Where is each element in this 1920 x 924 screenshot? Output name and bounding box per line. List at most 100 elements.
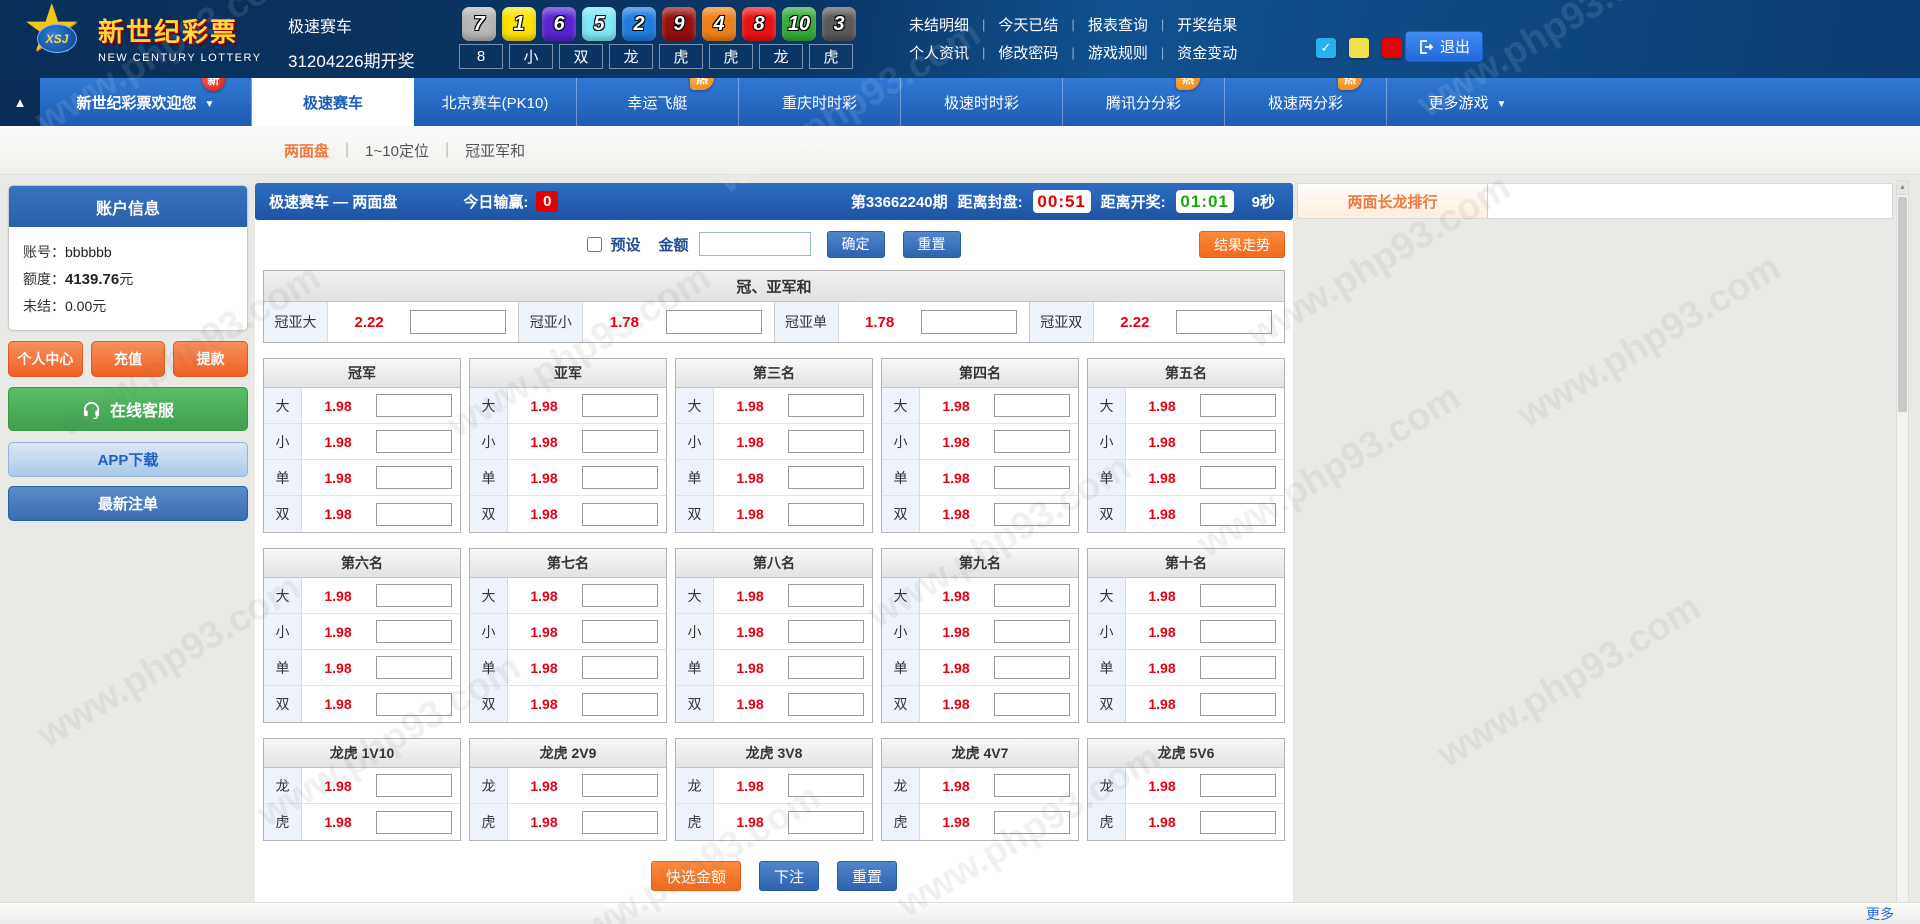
tab-幸运飞艇[interactable]: 幸运飞艇热 <box>576 78 738 126</box>
bet-amount-input[interactable] <box>376 620 452 643</box>
bet-amount-input[interactable] <box>582 503 658 526</box>
vertical-scrollbar[interactable]: ▲ <box>1896 180 1909 924</box>
bet-amount-input[interactable] <box>1200 693 1276 716</box>
bet-amount-input[interactable] <box>376 693 452 716</box>
bet-amount-input[interactable] <box>1200 774 1276 797</box>
bet-amount-input[interactable] <box>1200 584 1276 607</box>
online-service-button[interactable]: 在线客服 <box>8 387 248 431</box>
breadcrumb-item[interactable]: 1~10定位 <box>365 140 429 161</box>
more-link[interactable]: 更多 <box>1866 904 1894 924</box>
tab-极速两分彩[interactable]: 极速两分彩热 <box>1224 78 1386 126</box>
bet-amount-input[interactable] <box>994 656 1070 679</box>
bet-amount-input[interactable] <box>788 584 864 607</box>
bet-amount-input[interactable] <box>582 656 658 679</box>
bet-amount-input[interactable] <box>376 774 452 797</box>
bet-amount-input[interactable] <box>994 430 1070 453</box>
bet-amount-input[interactable] <box>376 466 452 489</box>
bet-amount-input[interactable] <box>788 811 864 834</box>
preset-checkbox[interactable] <box>587 237 602 252</box>
bet-amount-input[interactable] <box>582 620 658 643</box>
bet-amount-input[interactable] <box>921 310 1017 334</box>
tab-极速赛车[interactable]: 极速赛车 <box>252 78 414 126</box>
bet-amount-input[interactable] <box>666 310 762 334</box>
bet-amount-input[interactable] <box>994 774 1070 797</box>
result-trend-button[interactable]: 结果走势 <box>1199 231 1285 258</box>
two-side-ranking-tab[interactable]: 两面长龙排行 <box>1298 184 1488 218</box>
tab-腾讯分分彩[interactable]: 腾讯分分彩热 <box>1062 78 1224 126</box>
sidebar-button[interactable]: 个人中心 <box>8 341 83 377</box>
header-link[interactable]: 资金变动 <box>1177 42 1237 63</box>
bet-amount-input[interactable] <box>376 656 452 679</box>
latest-orders-button[interactable]: 最新注单 <box>8 486 248 521</box>
header-link[interactable]: 未结明细 <box>909 14 969 35</box>
breadcrumb-item[interactable]: 冠亚军和 <box>465 140 525 161</box>
bet-amount-input[interactable] <box>582 430 658 453</box>
bet-amount-input[interactable] <box>582 584 658 607</box>
tab-更多游戏[interactable]: 更多游戏▼ <box>1386 78 1548 126</box>
bet-amount-input[interactable] <box>788 394 864 417</box>
nav-collapse-button[interactable]: ▲ <box>0 78 40 126</box>
place-bet-button[interactable]: 下注 <box>759 861 819 891</box>
header-link[interactable]: 今天已结 <box>998 14 1058 35</box>
bet-amount-input[interactable] <box>994 584 1070 607</box>
app-download-button[interactable]: APP下载 <box>8 442 248 477</box>
bet-amount-input[interactable] <box>994 620 1070 643</box>
header-link[interactable]: 游戏规则 <box>1088 42 1148 63</box>
bet-amount-input[interactable] <box>376 503 452 526</box>
bet-amount-input[interactable] <box>410 310 506 334</box>
bet-amount-input[interactable] <box>788 430 864 453</box>
bet-amount-input[interactable] <box>1200 394 1276 417</box>
theme-swatch[interactable] <box>1382 38 1402 58</box>
welcome-menu[interactable]: 新 新世纪彩票欢迎您 ▼ <box>40 78 252 126</box>
reset-bet-button[interactable]: 重置 <box>837 861 897 891</box>
bet-amount-input[interactable] <box>994 466 1070 489</box>
bet-amount-input[interactable] <box>788 774 864 797</box>
bet-amount-input[interactable] <box>376 430 452 453</box>
bet-amount-input[interactable] <box>376 394 452 417</box>
bet-amount-input[interactable] <box>582 394 658 417</box>
bet-amount-input[interactable] <box>994 394 1070 417</box>
bet-amount-input[interactable] <box>788 466 864 489</box>
confirm-button[interactable]: 确定 <box>827 231 885 258</box>
tab-北京赛车(PK10)[interactable]: 北京赛车(PK10) <box>414 78 576 126</box>
bet-amount-input[interactable] <box>788 693 864 716</box>
header-link[interactable]: 修改密码 <box>998 42 1058 63</box>
bet-amount-input[interactable] <box>994 811 1070 834</box>
breadcrumb-item[interactable]: 两面盘 <box>284 140 329 161</box>
theme-swatch[interactable]: ✓ <box>1316 38 1336 58</box>
header-link[interactable]: 个人资讯 <box>909 42 969 63</box>
header-link[interactable]: 报表查询 <box>1088 14 1148 35</box>
bet-amount-input[interactable] <box>788 503 864 526</box>
bet-amount-input[interactable] <box>582 774 658 797</box>
scrollbar-thumb[interactable] <box>1898 197 1907 412</box>
bet-amount-input[interactable] <box>1200 656 1276 679</box>
bet-amount-input[interactable] <box>1176 310 1272 334</box>
bet-amount-input[interactable] <box>788 656 864 679</box>
scroll-up-arrow[interactable]: ▲ <box>1897 181 1908 195</box>
theme-swatch[interactable] <box>1349 38 1369 58</box>
sidebar-button[interactable]: 充值 <box>91 341 166 377</box>
bet-amount-input[interactable] <box>1200 503 1276 526</box>
bet-amount-input[interactable] <box>582 693 658 716</box>
bet-amount-input[interactable] <box>1200 466 1276 489</box>
bet-amount-input[interactable] <box>1200 430 1276 453</box>
reset-amount-button[interactable]: 重置 <box>903 231 961 258</box>
logout-button[interactable]: 退出 <box>1405 31 1483 62</box>
quick-amount-button[interactable]: 快选金额 <box>651 861 741 891</box>
header-link[interactable]: 开奖结果 <box>1177 14 1237 35</box>
sidebar-button[interactable]: 提款 <box>173 341 248 377</box>
bet-amount-input[interactable] <box>1200 811 1276 834</box>
bet-amount-input[interactable] <box>994 693 1070 716</box>
bet-amount-input[interactable] <box>994 503 1070 526</box>
amount-input[interactable] <box>699 232 811 256</box>
bet-amount-input[interactable] <box>1200 620 1276 643</box>
bet-amount-input[interactable] <box>582 466 658 489</box>
bet-amount-input[interactable] <box>376 584 452 607</box>
site-logo[interactable]: ★ XSJ 新世纪彩票 NEW CENTURY LOTTERY <box>26 6 262 70</box>
sum-bet-odds: 1.78 <box>839 314 921 331</box>
tab-极速时时彩[interactable]: 极速时时彩 <box>900 78 1062 126</box>
bet-amount-input[interactable] <box>788 620 864 643</box>
tab-重庆时时彩[interactable]: 重庆时时彩 <box>738 78 900 126</box>
bet-amount-input[interactable] <box>582 811 658 834</box>
bet-amount-input[interactable] <box>376 811 452 834</box>
